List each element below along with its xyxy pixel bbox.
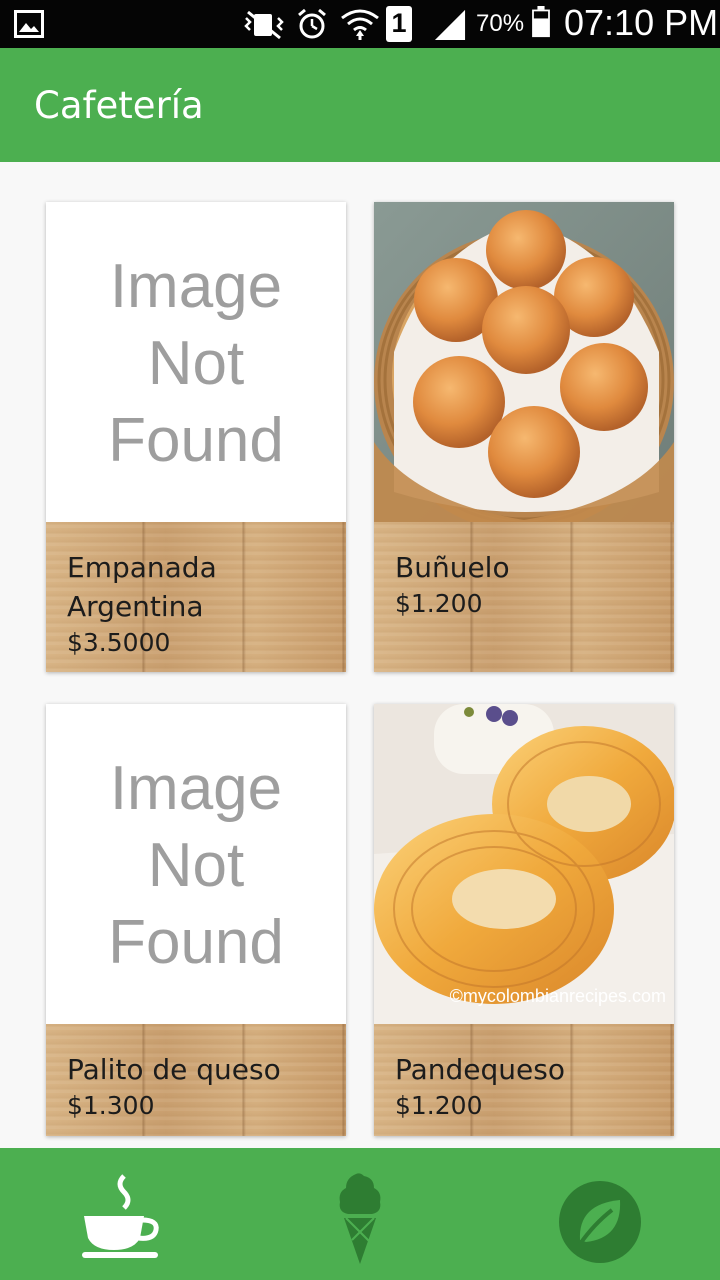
placeholder-line: Image: [109, 754, 283, 823]
product-price: $1.200: [395, 589, 483, 618]
product-name: Pandequeso: [395, 1053, 565, 1086]
placeholder-line: Found: [108, 908, 284, 977]
product-info: Palito de queso $1.300: [46, 1024, 346, 1136]
product-name: Palito de queso: [67, 1053, 281, 1086]
image-watermark: ©mycolombianrecipes.com: [450, 986, 666, 1006]
product-info: Pandequeso $1.200: [374, 1024, 674, 1136]
product-card[interactable]: Image Not Found Palito de queso $1.300: [46, 704, 346, 1136]
placeholder-line: Not: [147, 831, 245, 900]
placeholder-line: Not: [147, 329, 245, 398]
nav-item-cafeteria[interactable]: [0, 1148, 240, 1280]
product-card[interactable]: Image Not Found Empanada Argentina $3.50…: [46, 202, 346, 672]
alarm-icon: [298, 8, 326, 39]
leaf-icon: [559, 1181, 641, 1263]
product-info: Empanada Argentina $3.5000: [46, 522, 346, 672]
product-card[interactable]: Buñuelo $1.200: [374, 202, 674, 672]
image-not-found-text: Image Not Found: [46, 248, 346, 479]
clock: 07:10 PM: [564, 2, 719, 43]
placeholder-line: Found: [108, 406, 284, 475]
nav-item-desserts[interactable]: [240, 1148, 480, 1280]
bottom-navigation: [0, 1148, 720, 1280]
image-not-found-text: Image Not Found: [46, 750, 346, 981]
wifi-icon: [341, 9, 379, 40]
page-title: Cafetería: [34, 84, 204, 127]
product-image-placeholder: Image Not Found: [46, 704, 346, 1024]
product-name: Empanada Argentina: [67, 551, 217, 623]
sim-slot-label: 1: [391, 8, 407, 38]
product-info: Buñuelo $1.200: [374, 522, 674, 672]
ice-cream-icon: [339, 1173, 381, 1264]
product-price: $1.200: [395, 1091, 483, 1120]
mute-vibrate-icon: [244, 10, 284, 40]
nav-item-healthy[interactable]: [480, 1148, 720, 1280]
product-name: Buñuelo: [395, 551, 510, 584]
product-card[interactable]: ©mycolombianrecipes.com Pandequeso $1.20…: [374, 704, 674, 1136]
placeholder-line: Image: [109, 252, 283, 321]
battery-percentage: 70%: [476, 10, 525, 37]
sim-icon: 1: [386, 6, 412, 42]
product-price: $1.300: [67, 1091, 155, 1120]
product-price: $3.5000: [67, 628, 171, 657]
bunuelo-photo: [374, 202, 674, 522]
product-image-placeholder: Image Not Found: [46, 202, 346, 522]
pandequeso-photo: ©mycolombianrecipes.com: [374, 704, 674, 1024]
status-bar: 1 70% 07:10 PM: [0, 0, 720, 48]
coffee-cup-icon: [82, 1174, 159, 1258]
app-bar: Cafetería: [0, 48, 720, 162]
signal-icon: [434, 9, 466, 40]
gallery-icon: [14, 10, 44, 38]
battery-icon: [532, 6, 550, 38]
